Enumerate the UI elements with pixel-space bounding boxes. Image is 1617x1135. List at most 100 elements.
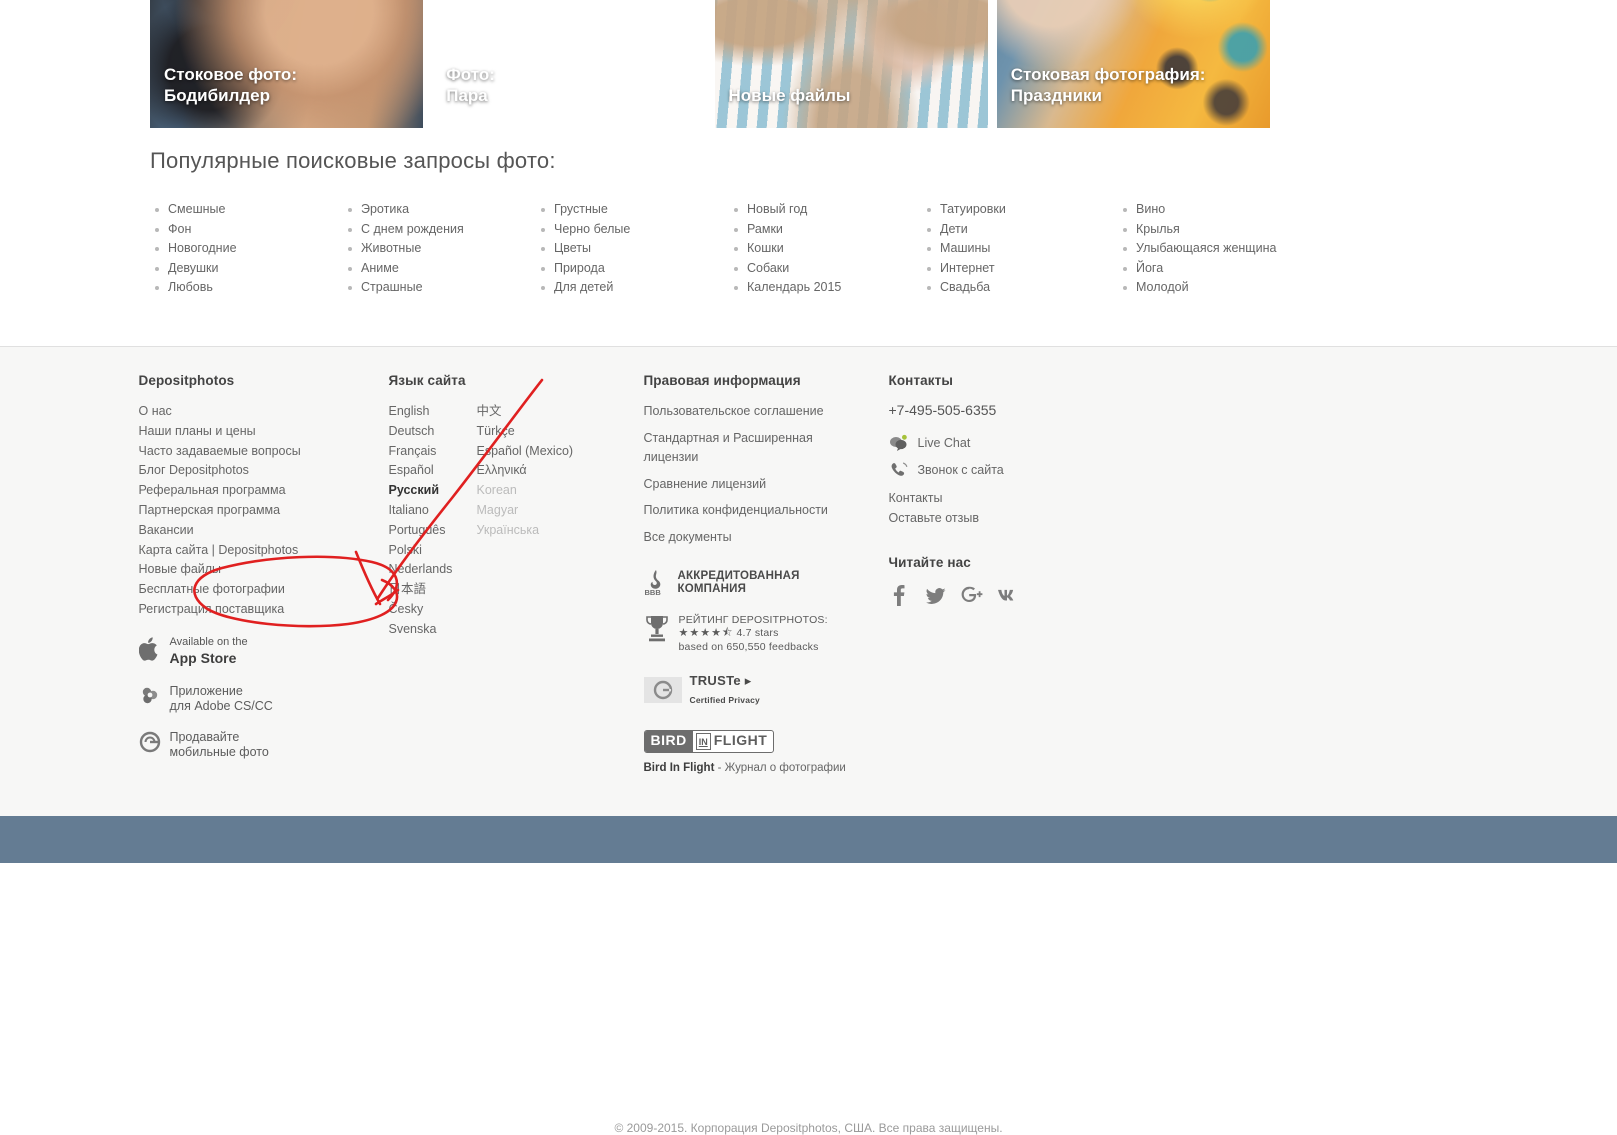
twitter-icon[interactable] [925, 584, 945, 606]
clashot-badge[interactable]: Продавайте мобильные фото [139, 730, 389, 760]
footer-link-plans[interactable]: Наши планы и цены [139, 422, 389, 442]
truste-line1: TRUSTe ▸ [689, 673, 752, 689]
list-item[interactable]: Календарь 2015 [734, 278, 922, 298]
footer-link-free-photos[interactable]: Бесплатные фотографии [139, 580, 389, 600]
banner-holidays[interactable]: Стоковая фотография: Праздники [996, 0, 1270, 128]
list-item[interactable]: Новогодние [155, 239, 343, 259]
footer-link-referral[interactable]: Реферальная программа [139, 481, 389, 501]
language-italiano[interactable]: Italiano [389, 501, 477, 521]
list-item[interactable]: Для детей [541, 278, 729, 298]
list-item[interactable]: Любовь [155, 278, 343, 298]
footer-link-new-files[interactable]: Новые файлы [139, 560, 389, 580]
vk-icon[interactable] [997, 584, 1016, 606]
bullet-icon [541, 227, 545, 232]
list-item[interactable]: Собаки [734, 259, 922, 279]
footer-link-supplier-registration[interactable]: Регистрация поставщика [139, 600, 389, 620]
legal-link-privacy[interactable]: Политика конфиденциальности [644, 501, 839, 521]
footer-link-about[interactable]: О нас [139, 402, 389, 422]
list-item[interactable]: Рамки [734, 220, 922, 240]
language-nederlands[interactable]: Nederlands [389, 560, 477, 580]
list-item[interactable]: Молодой [1123, 278, 1311, 298]
banner-bodybuilder[interactable]: Стоковое фото: Бодибилдер [150, 0, 424, 128]
list-item[interactable]: Кошки [734, 239, 922, 259]
language-espanol-mexico[interactable]: Español (Mexico) [477, 442, 574, 462]
list-item[interactable]: Крылья [1123, 220, 1311, 240]
rating-badge[interactable]: РЕЙТИНГ DEPOSITPHOTOS: ★★★★⯪ 4.7 stars b… [644, 614, 889, 655]
list-item[interactable]: Новый год [734, 200, 922, 220]
language-deutsch[interactable]: Deutsch [389, 422, 477, 442]
list-item[interactable]: С днем рождения [348, 220, 536, 240]
language-francais[interactable]: Français [389, 442, 477, 462]
list-item[interactable]: Цветы [541, 239, 729, 259]
list-item[interactable]: Улыбающаяся женщина [1123, 239, 1311, 259]
banner-holidays-caption: Стоковая фотография: Праздники [1010, 65, 1206, 105]
popular-link: Для детей [554, 280, 614, 295]
google-plus-icon[interactable] [961, 584, 982, 606]
bullet-icon [1123, 266, 1127, 271]
bullet-icon [1123, 208, 1127, 212]
list-item[interactable]: Аниме [348, 259, 536, 279]
language-polski[interactable]: Polski [389, 541, 477, 561]
list-item[interactable]: Йога [1123, 259, 1311, 279]
app-store-badge[interactable]: Available on the App Store [138, 635, 389, 668]
truste-badge[interactable]: TRUSTe ▸ Certified Privacy [643, 672, 889, 708]
language-russian[interactable]: Русский [389, 481, 477, 501]
footer-link-affiliate[interactable]: Партнерская программа [139, 501, 389, 521]
language-ukrainian[interactable]: Українська [477, 521, 574, 541]
list-item[interactable]: Девушки [155, 259, 343, 279]
footer-link-jobs[interactable]: Вакансии [139, 521, 389, 541]
contacts-link-contacts[interactable]: Контакты [889, 489, 1149, 509]
list-item[interactable]: Животные [348, 239, 536, 259]
footer-link-sitemap[interactable]: Карта сайта | Depositphotos [139, 541, 389, 561]
popular-link: Любовь [168, 280, 213, 295]
live-chat-row[interactable]: Live Chat [889, 434, 1149, 452]
list-item[interactable]: Татуировки [927, 200, 1118, 220]
language-portugues[interactable]: Português [389, 521, 477, 541]
language-korean[interactable]: Korean [477, 481, 574, 501]
popular-column-4: Новый год Рамки Кошки Собаки Календарь 2… [729, 200, 922, 298]
language-greek[interactable]: Ελληνικά [477, 461, 574, 481]
live-chat-label: Live Chat [917, 436, 971, 450]
legal-link-compare[interactable]: Сравнение лицензий [644, 475, 839, 495]
bird-in-flight-logo[interactable]: BIRD IN FLIGHT [643, 730, 775, 754]
bullet-icon [734, 208, 738, 212]
legal-link-all-documents[interactable]: Все документы [644, 528, 839, 548]
popular-link: Дети [940, 221, 968, 236]
list-item[interactable]: Страшные [348, 278, 536, 298]
popular-link: Рамки [747, 221, 783, 236]
list-item[interactable]: Машины [927, 239, 1118, 259]
language-english[interactable]: English [389, 402, 477, 422]
list-item[interactable]: Фон [155, 220, 343, 240]
list-item[interactable]: Интернет [927, 259, 1118, 279]
legal-link-licenses[interactable]: Стандартная и Расширенная лицензии [644, 429, 839, 468]
language-cesky[interactable]: Česky [389, 600, 477, 620]
chat-bubble-icon [889, 434, 909, 452]
contacts-link-feedback[interactable]: Оставьте отзыв [889, 509, 1149, 529]
language-chinese[interactable]: 中文 [477, 402, 574, 422]
banner-new-files[interactable]: Новые файлы [714, 0, 988, 128]
language-magyar[interactable]: Magyar [477, 501, 574, 521]
contact-phone[interactable]: +7-495-505-6355 [889, 402, 1149, 418]
facebook-icon[interactable] [889, 584, 908, 606]
legal-link-terms[interactable]: Пользовательское соглашение [644, 402, 839, 422]
list-item[interactable]: Свадьба [927, 278, 1118, 298]
footer-link-faq[interactable]: Часто задаваемые вопросы [139, 442, 389, 462]
app-store-line1: Available on the [169, 635, 248, 648]
list-item[interactable]: Грустные [541, 200, 729, 220]
bottom-bar [0, 816, 1617, 863]
call-back-row[interactable]: Звонок с сайта [889, 461, 1149, 479]
list-item[interactable]: Природа [541, 259, 729, 279]
list-item[interactable]: Эротика [348, 200, 536, 220]
list-item[interactable]: Смешные [155, 200, 343, 220]
banner-couple[interactable]: Фото: Пара [432, 0, 705, 128]
adobe-plugin-badge[interactable]: Приложение для Adobe CS/CC [139, 684, 389, 714]
language-espanol[interactable]: Español [389, 461, 477, 481]
list-item[interactable]: Дети [927, 220, 1118, 240]
language-japanese[interactable]: 日本語 [389, 580, 477, 600]
footer-link-blog[interactable]: Блог Depositphotos [139, 461, 389, 481]
language-svenska[interactable]: Svenska [389, 620, 477, 640]
bbb-accredited-badge[interactable]: BBB АККРЕДИТОВАННАЯ КОМПАНИЯ [644, 569, 889, 597]
list-item[interactable]: Черно белые [541, 220, 729, 240]
list-item[interactable]: Вино [1123, 200, 1311, 220]
language-turkce[interactable]: Türkçe [477, 422, 574, 442]
